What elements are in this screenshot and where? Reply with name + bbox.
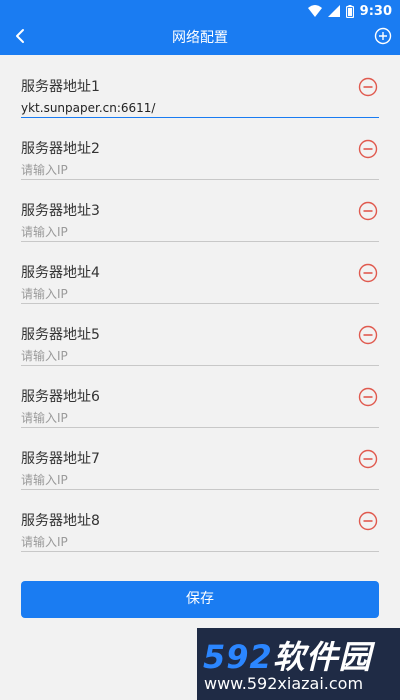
server-list: 服务器地址1 服务器地址2 服务器地址3 服务器地址4 服务器地址5 服务器地址… — [0, 55, 400, 552]
server-label: 服务器地址4 — [21, 265, 100, 281]
remove-circle-icon[interactable] — [358, 325, 378, 345]
status-bar: 9:30 — [0, 0, 400, 22]
watermark-logo: 592软件园 — [203, 632, 372, 678]
server-address-input[interactable] — [21, 347, 379, 366]
server-label: 服务器地址3 — [21, 203, 100, 219]
watermark-url: www.592xiazai.com — [204, 674, 364, 693]
server-item-3: 服务器地址3 — [0, 179, 400, 242]
status-time: 9:30 — [359, 3, 392, 19]
server-label: 服务器地址6 — [21, 389, 100, 405]
server-address-input[interactable] — [21, 409, 379, 428]
server-label: 服务器地址7 — [21, 451, 100, 467]
server-item-5: 服务器地址5 — [0, 303, 400, 366]
remove-circle-icon[interactable] — [358, 387, 378, 407]
server-item-4: 服务器地址4 — [0, 241, 400, 304]
server-label: 服务器地址1 — [21, 79, 100, 95]
watermark-logo-number: 592 — [203, 638, 273, 676]
server-item-2: 服务器地址2 — [0, 117, 400, 180]
remove-circle-icon[interactable] — [358, 139, 378, 159]
server-address-input[interactable] — [21, 161, 379, 180]
add-circle-icon — [374, 27, 392, 49]
save-button[interactable]: 保存 — [21, 581, 379, 618]
server-item-1: 服务器地址1 — [0, 55, 400, 118]
watermark-logo-text: 软件园 — [272, 638, 372, 676]
signal-icon — [327, 5, 340, 17]
server-label: 服务器地址8 — [21, 513, 100, 529]
server-address-input[interactable] — [21, 533, 379, 552]
chevron-left-icon — [14, 28, 26, 48]
remove-circle-icon[interactable] — [358, 449, 378, 469]
server-item-8: 服务器地址8 — [0, 489, 400, 552]
server-address-input[interactable] — [21, 471, 379, 490]
server-item-7: 服务器地址7 — [0, 427, 400, 490]
server-label: 服务器地址5 — [21, 327, 100, 343]
server-item-6: 服务器地址6 — [0, 365, 400, 428]
status-icons: 9:30 — [307, 3, 392, 19]
back-button[interactable] — [8, 26, 32, 50]
server-address-input[interactable] — [21, 285, 379, 304]
server-label: 服务器地址2 — [21, 141, 100, 157]
page-title: 网络配置 — [172, 30, 228, 46]
server-address-input[interactable] — [21, 223, 379, 242]
server-address-input[interactable] — [21, 99, 379, 118]
battery-icon — [345, 4, 354, 18]
watermark: 592软件园 www.592xiazai.com — [197, 628, 400, 700]
remove-circle-icon[interactable] — [358, 201, 378, 221]
wifi-icon — [307, 5, 322, 17]
remove-circle-icon[interactable] — [358, 77, 378, 97]
add-server-button[interactable] — [372, 27, 394, 49]
app-bar: 网络配置 — [0, 22, 400, 55]
remove-circle-icon[interactable] — [358, 511, 378, 531]
remove-circle-icon[interactable] — [358, 263, 378, 283]
